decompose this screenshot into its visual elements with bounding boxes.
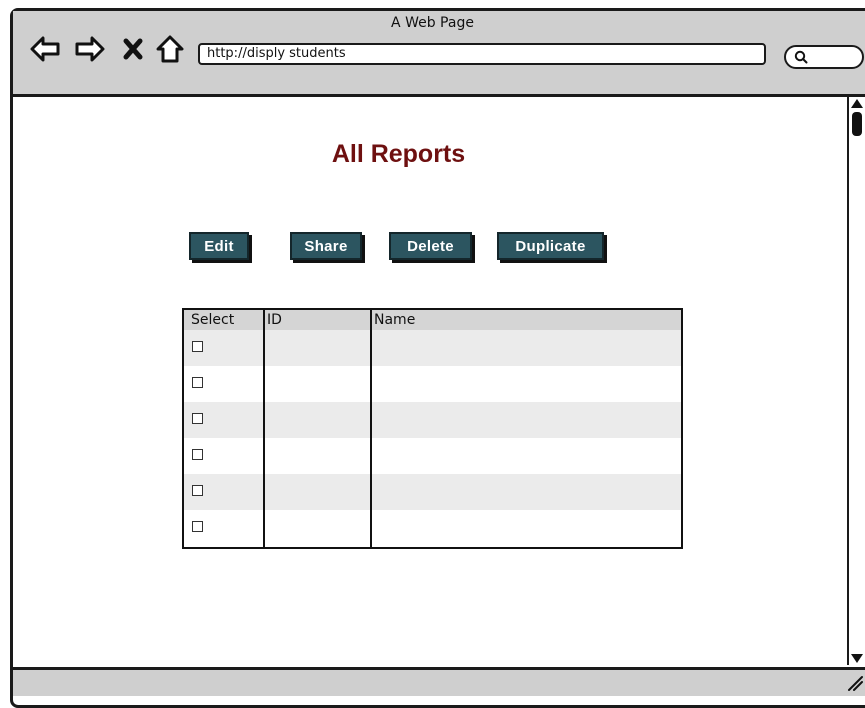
column-header-id: ID (267, 312, 282, 328)
home-icon[interactable] (155, 34, 185, 64)
column-divider (263, 310, 265, 547)
scroll-down-arrow-icon[interactable] (850, 652, 864, 664)
table-row[interactable] (184, 438, 681, 474)
url-input[interactable]: http://disply students (198, 43, 766, 65)
url-text: http://disply students (207, 46, 346, 61)
table-row[interactable] (184, 510, 681, 546)
row-select-checkbox[interactable] (192, 485, 203, 496)
column-header-select: Select (191, 312, 235, 328)
browser-search-input[interactable] (784, 45, 864, 69)
window-title: A Web Page (391, 15, 474, 31)
share-button[interactable]: Share (290, 232, 362, 260)
table-row[interactable] (184, 402, 681, 438)
column-header-name: Name (374, 312, 416, 328)
duplicate-button[interactable]: Duplicate (497, 232, 604, 260)
row-select-checkbox[interactable] (192, 377, 203, 388)
row-select-checkbox[interactable] (192, 449, 203, 460)
reports-table: Select ID Name (182, 308, 683, 549)
status-bar (13, 667, 865, 696)
vertical-scrollbar[interactable] (847, 97, 865, 665)
table-row[interactable] (184, 330, 681, 366)
resize-grip-icon[interactable] (845, 673, 863, 691)
edit-button[interactable]: Edit (189, 232, 249, 260)
table-row[interactable] (184, 474, 681, 510)
scrollbar-thumb[interactable] (852, 112, 862, 136)
back-arrow-icon[interactable] (30, 34, 60, 64)
search-icon (794, 50, 808, 64)
page-title: All Reports (331, 140, 466, 168)
table-header: Select ID Name (184, 310, 681, 330)
row-select-checkbox[interactable] (192, 413, 203, 424)
row-select-checkbox[interactable] (192, 521, 203, 532)
table-row[interactable] (184, 366, 681, 402)
scroll-up-arrow-icon[interactable] (850, 98, 864, 110)
row-select-checkbox[interactable] (192, 341, 203, 352)
close-x-icon[interactable] (120, 34, 150, 64)
forward-arrow-icon[interactable] (75, 34, 105, 64)
delete-button[interactable]: Delete (389, 232, 472, 260)
column-divider (370, 310, 372, 547)
